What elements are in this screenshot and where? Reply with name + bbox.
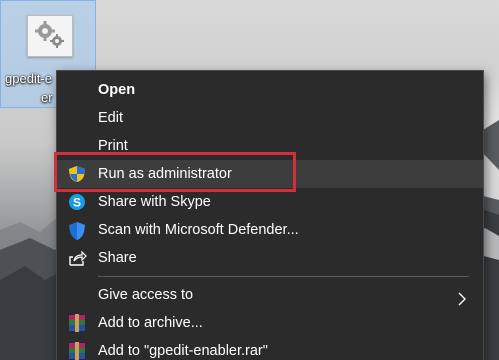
context-menu: Open Edit Print Run as administrator S S…	[56, 70, 484, 360]
desktop-icon-label-2: er	[41, 90, 53, 105]
menu-item-label: Add to "gpedit-enabler.rar"	[98, 343, 268, 359]
menu-item-label: Share with Skype	[98, 194, 211, 210]
svg-text:S: S	[73, 196, 81, 210]
defender-shield-icon	[67, 221, 87, 240]
menu-separator	[98, 276, 469, 277]
menu-item-label: Print	[98, 138, 128, 154]
menu-item-give-access-to[interactable]: Give access to	[57, 281, 483, 309]
winrar-icon	[67, 342, 87, 360]
menu-item-scan-with-defender[interactable]: Scan with Microsoft Defender...	[57, 216, 483, 244]
menu-item-add-to-archive[interactable]: Add to archive...	[57, 309, 483, 337]
uac-shield-icon	[67, 165, 87, 183]
chevron-right-icon	[455, 288, 469, 306]
desktop: gpedit-e er Open Edit Print Run as admin…	[0, 0, 499, 360]
menu-item-run-as-administrator[interactable]: Run as administrator	[57, 160, 483, 188]
menu-item-label: Add to archive...	[98, 315, 203, 331]
menu-item-label: Give access to	[98, 287, 194, 303]
share-icon	[67, 249, 87, 267]
menu-item-label: Scan with Microsoft Defender...	[98, 222, 299, 238]
menu-item-label: Open	[98, 82, 136, 98]
winrar-icon	[67, 314, 87, 332]
menu-item-label: Edit	[98, 110, 123, 126]
menu-item-share[interactable]: Share	[57, 244, 483, 272]
menu-item-label: Run as administrator	[98, 166, 232, 182]
menu-item-edit[interactable]: Edit	[57, 104, 483, 132]
gears-file-icon	[27, 15, 73, 57]
menu-item-add-to-rar[interactable]: Add to "gpedit-enabler.rar"	[57, 337, 483, 360]
menu-item-label: Share	[98, 250, 137, 266]
menu-item-share-with-skype[interactable]: S Share with Skype	[57, 188, 483, 216]
skype-icon: S	[67, 193, 87, 211]
menu-item-open[interactable]: Open	[57, 76, 483, 104]
menu-item-print[interactable]: Print	[57, 132, 483, 160]
